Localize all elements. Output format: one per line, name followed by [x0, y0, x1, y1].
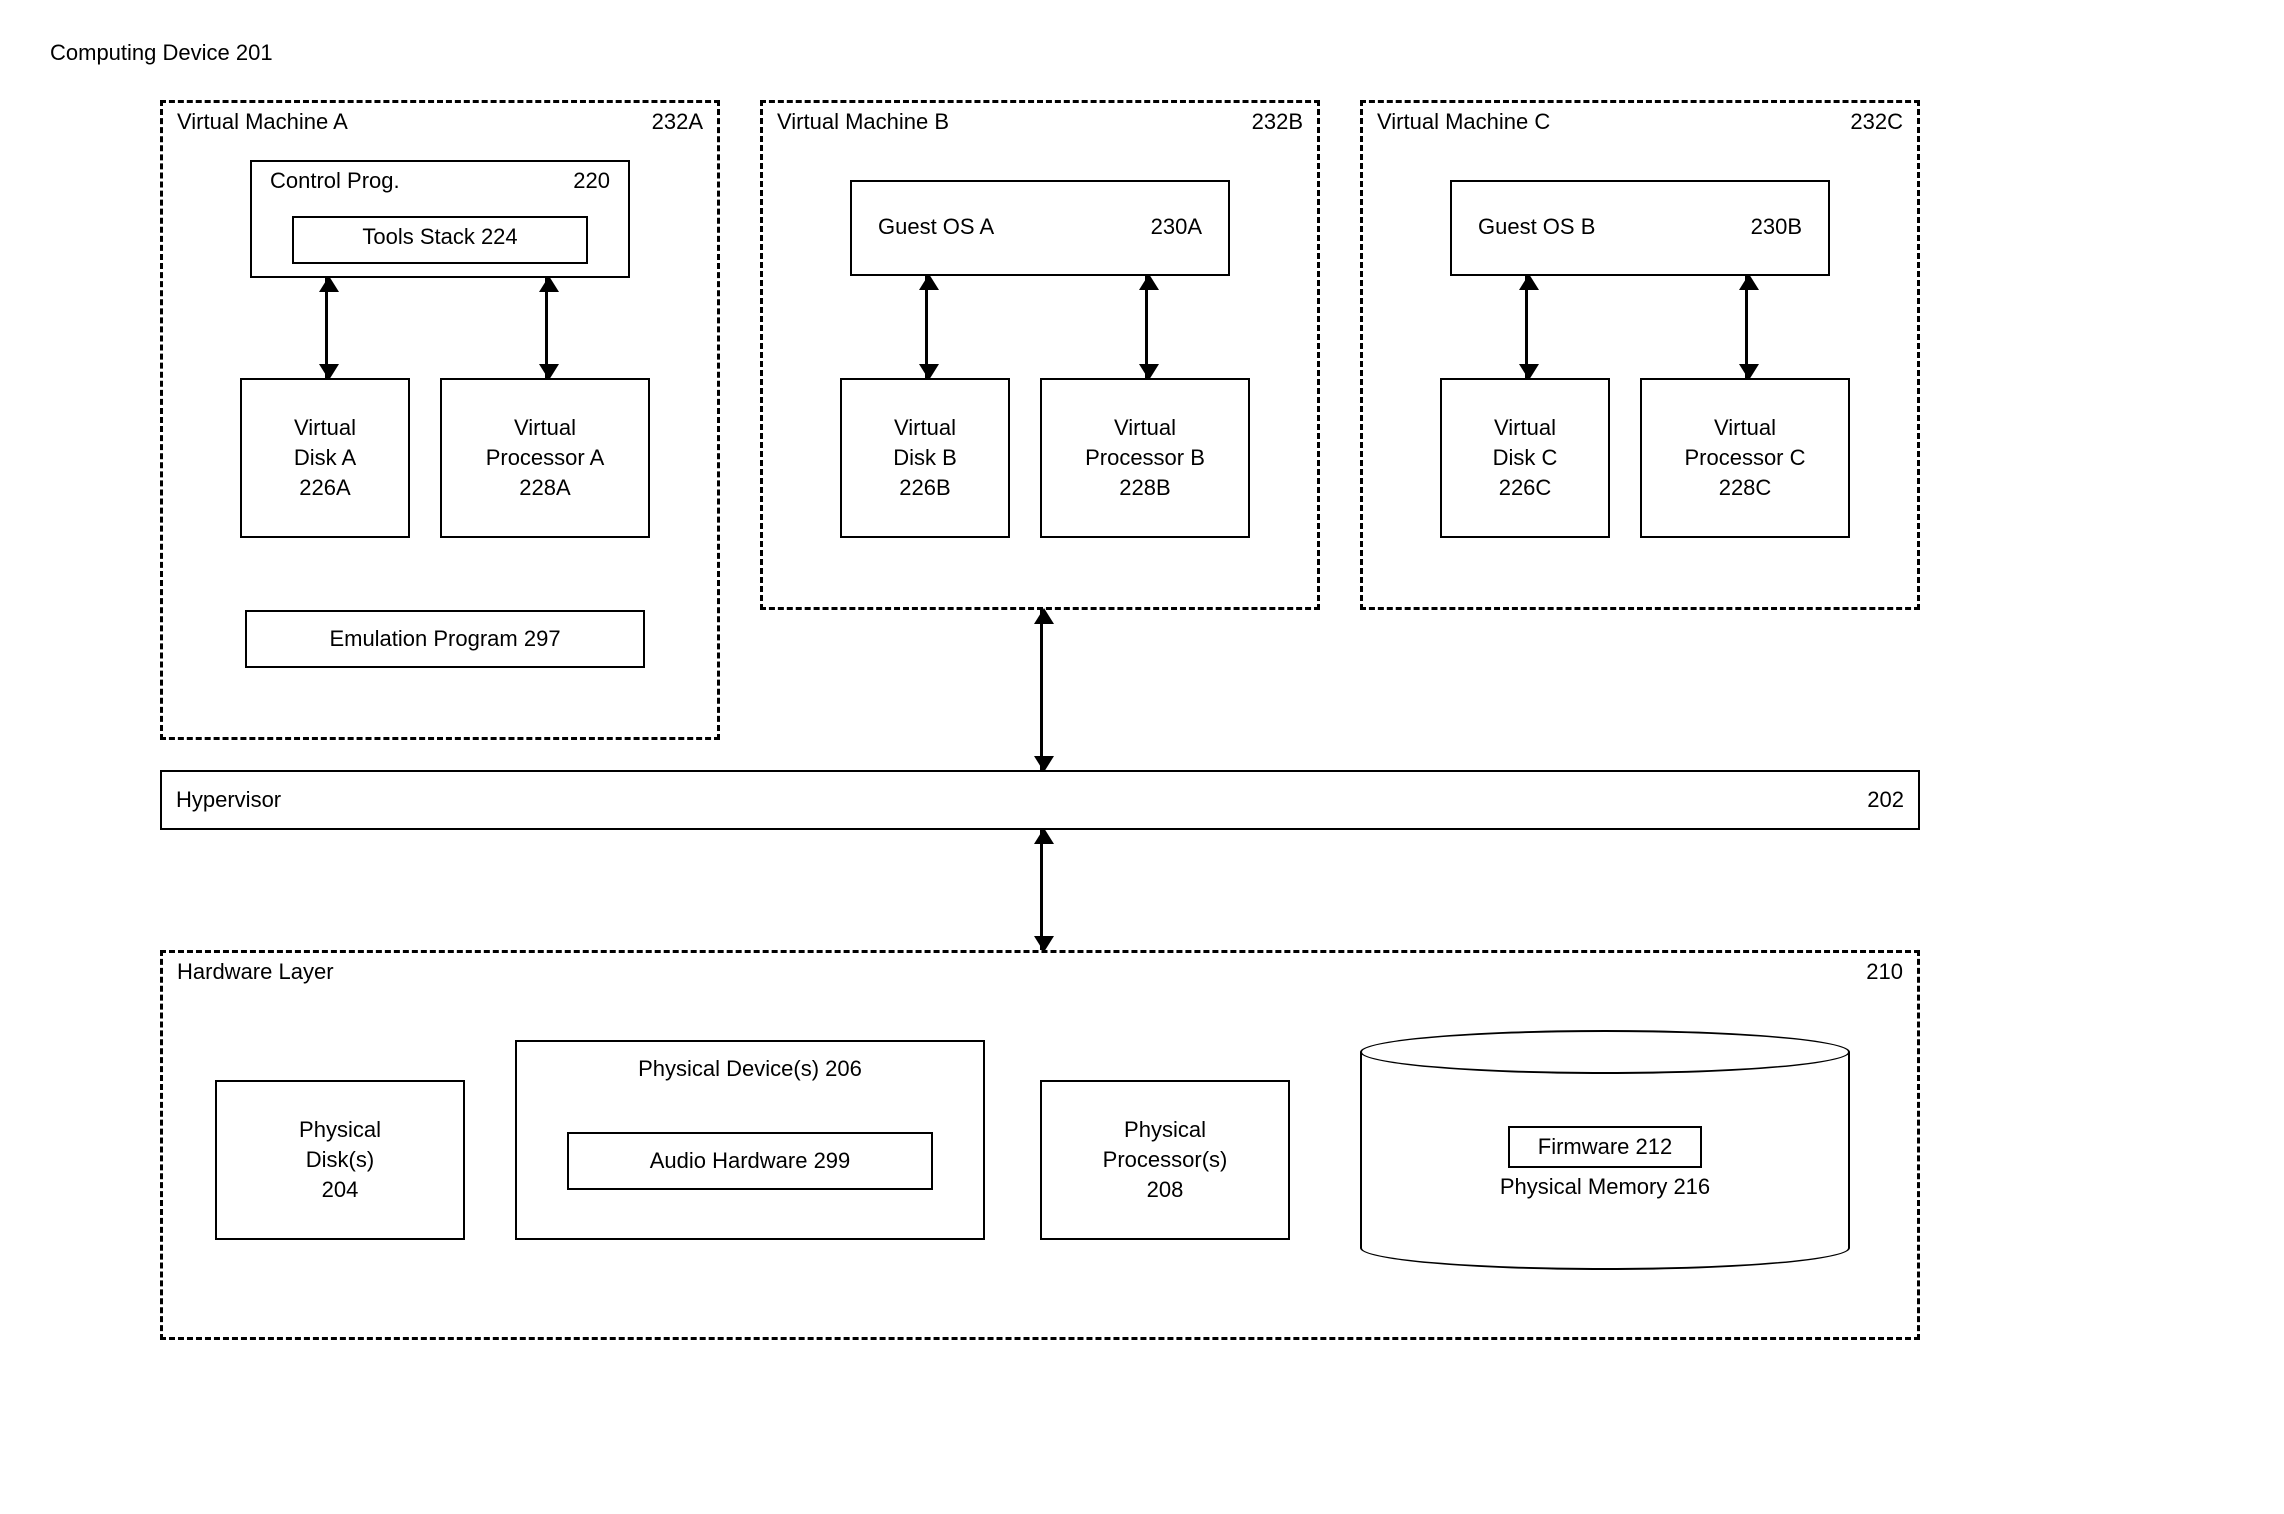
vm-b-name: Virtual Machine B [777, 109, 949, 135]
virtual-disk-c-box: VirtualDisk C226C [1440, 378, 1610, 538]
virtual-disk-a-text: VirtualDisk A226A [242, 380, 408, 536]
virtual-proc-a-text: VirtualProcessor A228A [442, 380, 648, 536]
hw-title-row: Hardware Layer 210 [163, 953, 1917, 991]
emulation-program-box: Emulation Program 297 [245, 610, 645, 668]
physical-memory-label: Physical Memory 216 [1500, 1174, 1710, 1200]
tools-stack-box: Tools Stack 224 [292, 216, 588, 264]
arrow-vms-hypervisor [1040, 610, 1043, 770]
physical-disks-box: PhysicalDisk(s)204 [215, 1080, 465, 1240]
vm-a-ref: 232A [652, 109, 703, 135]
guest-os-b-label: Guest OS B [1478, 214, 1595, 240]
virtual-disk-c-text: VirtualDisk C226C [1442, 380, 1608, 536]
guest-os-b-row: Guest OS B 230B [1452, 182, 1828, 272]
guest-os-b-box: Guest OS B 230B [1450, 180, 1830, 276]
hw-title: Hardware Layer [177, 959, 334, 985]
arrow-c-disk [1525, 276, 1528, 378]
virtual-proc-c-box: VirtualProcessor C228C [1640, 378, 1850, 538]
guest-os-a-ref: 230A [1151, 214, 1202, 240]
virtual-disk-a-box: VirtualDisk A226A [240, 378, 410, 538]
audio-hardware-box: Audio Hardware 299 [567, 1132, 933, 1190]
arrow-a-proc [545, 278, 548, 378]
virtual-proc-b-box: VirtualProcessor B228B [1040, 378, 1250, 538]
arrow-hyper-hw [1040, 830, 1043, 950]
vm-a-title-row: Virtual Machine A 232A [163, 103, 717, 141]
hypervisor-label: Hypervisor [176, 787, 281, 813]
firmware-label: Firmware 212 [1538, 1134, 1672, 1159]
guest-os-b-ref: 230B [1751, 214, 1802, 240]
hypervisor-box: Hypervisor 202 [160, 770, 1920, 830]
device-title: Computing Device 201 [50, 40, 273, 66]
vm-c-title-row: Virtual Machine C 232C [1363, 103, 1917, 141]
control-prog-box: Control Prog. 220 Tools Stack 224 [250, 160, 630, 278]
virtual-proc-a-box: VirtualProcessor A228A [440, 378, 650, 538]
arrow-a-disk [325, 278, 328, 378]
vm-b-title-row: Virtual Machine B 232B [763, 103, 1317, 141]
physical-memory-cylinder: Firmware 212 Physical Memory 216 [1360, 1030, 1850, 1270]
arrow-b-proc [1145, 276, 1148, 378]
physical-disks-text: PhysicalDisk(s)204 [217, 1082, 463, 1238]
audio-hardware-label: Audio Hardware 299 [650, 1148, 851, 1174]
tools-stack-label: Tools Stack 224 [362, 224, 517, 249]
physical-processors-box: PhysicalProcessor(s)208 [1040, 1080, 1290, 1240]
arrow-b-disk [925, 276, 928, 378]
guest-os-a-box: Guest OS A 230A [850, 180, 1230, 276]
diagram-canvas: Computing Device 201 Virtual Machine A 2… [40, 40, 2244, 1474]
physical-processors-text: PhysicalProcessor(s)208 [1042, 1082, 1288, 1238]
virtual-proc-c-text: VirtualProcessor C228C [1642, 380, 1848, 536]
vm-b-ref: 232B [1252, 109, 1303, 135]
physical-devices-box: Physical Device(s) 206 Audio Hardware 29… [515, 1040, 985, 1240]
control-prog-ref: 220 [573, 168, 610, 194]
firmware-box: Firmware 212 [1508, 1126, 1702, 1168]
physical-devices-label: Physical Device(s) 206 [517, 1042, 983, 1088]
hw-ref: 210 [1866, 959, 1903, 985]
vm-a-name: Virtual Machine A [177, 109, 348, 135]
control-prog-title: Control Prog. 220 [252, 162, 628, 200]
guest-os-a-label: Guest OS A [878, 214, 994, 240]
vm-c-ref: 232C [1850, 109, 1903, 135]
hypervisor-ref: 202 [1867, 787, 1904, 813]
virtual-disk-b-text: VirtualDisk B226B [842, 380, 1008, 536]
virtual-proc-b-text: VirtualProcessor B228B [1042, 380, 1248, 536]
emulation-program-label: Emulation Program 297 [329, 626, 560, 652]
control-prog-label: Control Prog. [270, 168, 400, 194]
vm-c-name: Virtual Machine C [1377, 109, 1550, 135]
guest-os-a-row: Guest OS A 230A [852, 182, 1228, 272]
arrow-c-proc [1745, 276, 1748, 378]
virtual-disk-b-box: VirtualDisk B226B [840, 378, 1010, 538]
